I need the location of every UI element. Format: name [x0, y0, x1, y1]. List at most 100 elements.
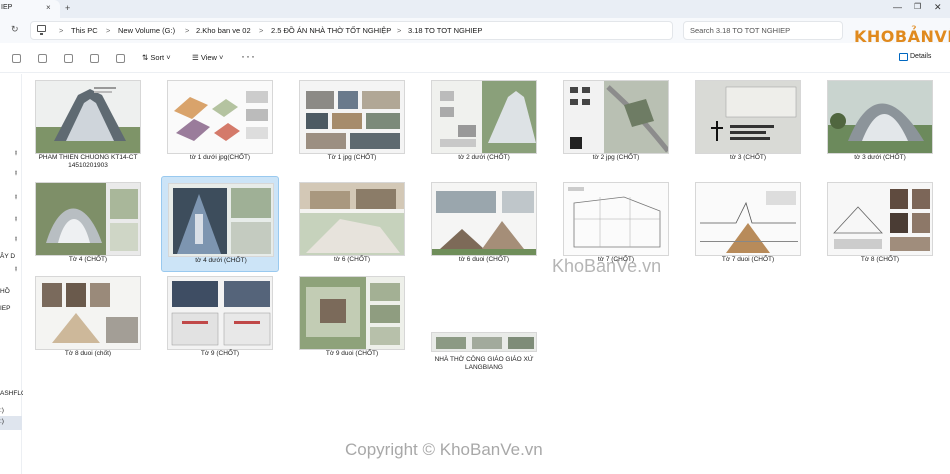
file-thumbnail — [35, 80, 141, 154]
file-thumbnail — [695, 182, 801, 256]
pin-icon: ✎ — [11, 235, 20, 244]
details-button[interactable]: Details — [910, 53, 931, 60]
tab-current-folder[interactable]: IEP × — [0, 0, 60, 18]
tab-label: IEP — [1, 4, 13, 11]
sidebar-item[interactable]: HỒ — [0, 288, 10, 295]
file-item[interactable]: tờ 3 dưới (CHỐT) — [821, 74, 939, 170]
file-thumbnail — [827, 80, 933, 154]
file-name: Tờ 1 jpg (CHỐT) — [327, 154, 377, 161]
file-thumbnail — [299, 276, 405, 350]
file-name: tờ 3 dưới (CHỐT) — [854, 154, 906, 161]
file-item[interactable]: tờ 6 duoi (CHỐT) — [425, 176, 543, 272]
file-thumbnail — [35, 276, 141, 350]
breadcrumb-separator: > — [259, 26, 264, 35]
file-item-selected[interactable]: tờ 4 dưới (CHỐT) — [161, 176, 279, 272]
file-item[interactable]: tờ 1 dưới jpg(CHỐT) — [161, 74, 279, 170]
file-name: PHAM THIEN CHUONG KT14-CT 14510201903 — [38, 154, 138, 169]
pin-icon: ✎ — [11, 169, 20, 178]
file-grid: PHAM THIEN CHUONG KT14-CT 14510201903 tờ… — [23, 74, 950, 474]
file-thumbnail — [431, 332, 537, 352]
file-name: tờ 6 duoi (CHỐT) — [458, 256, 510, 263]
pin-icon: ✎ — [11, 149, 20, 158]
file-item[interactable]: Tờ 9 duoi (CHỐT) — [293, 270, 411, 366]
title-bar: IEP × + — ❐ ✕ — [0, 0, 950, 18]
pin-icon: ✎ — [11, 265, 20, 274]
file-item[interactable]: Tờ 1 jpg (CHỐT) — [293, 74, 411, 170]
file-thumbnail — [827, 182, 933, 256]
address-row: ↻ > This PC > New Volume (G:) > 2.Kho ba… — [0, 18, 950, 43]
more-options-button[interactable]: ··· — [241, 49, 256, 63]
sidebar-item[interactable]: ASHFLC — [0, 390, 26, 397]
file-thumbnail — [299, 80, 405, 154]
navigation-pane: ✎ ✎ ✎ ✎ ✎ ÂY D ✎ HỒ IEP ASHFLC :) :) — [0, 74, 26, 474]
file-item[interactable]: Tờ 8 duoi (chốt) — [29, 270, 147, 366]
file-thumbnail — [167, 276, 273, 350]
breadcrumb-kho-ban-ve[interactable]: 2.Kho ban ve 02 — [196, 26, 251, 35]
file-name: Tờ 7 duoi (CHỐT) — [721, 256, 775, 263]
copyright-watermark: Copyright © KhoBanVe.vn — [345, 440, 543, 459]
cut-icon[interactable] — [12, 54, 21, 63]
breadcrumb-separator: > — [185, 26, 190, 35]
search-input[interactable]: Search 3.18 TO TOT NGHIEP — [683, 21, 843, 40]
breadcrumb-this-pc[interactable]: This PC — [71, 26, 98, 35]
file-thumbnail — [563, 182, 669, 256]
file-item[interactable]: NHÀ THỜ CÔNG GIÁO GIÁO XỨ LANGBIANG — [425, 270, 543, 371]
file-thumbnail — [35, 182, 141, 256]
sidebar-item[interactable]: :) — [0, 407, 4, 414]
file-thumbnail — [167, 80, 273, 154]
maximize-button[interactable]: ❐ — [914, 2, 921, 11]
file-item[interactable]: Tờ 8 (CHỐT) — [821, 176, 939, 272]
file-item[interactable]: Tờ 4 (CHỐT) — [29, 176, 147, 272]
copy-icon[interactable] — [38, 54, 47, 63]
sidebar-item-label: :) — [0, 418, 4, 425]
breadcrumb-current[interactable]: 3.18 TO TOT NGHIEP — [408, 26, 482, 35]
minimize-button[interactable]: — — [893, 2, 902, 12]
breadcrumb-new-volume[interactable]: New Volume (G:) — [118, 26, 175, 35]
file-name: tờ 4 dưới (CHỐT) — [195, 257, 247, 264]
delete-icon[interactable] — [116, 54, 125, 63]
file-thumbnail — [299, 182, 405, 256]
file-item[interactable]: tờ 2 jpg (CHỐT) — [557, 74, 675, 170]
file-name: Tờ 8 (CHỐT) — [860, 256, 900, 263]
file-name: tờ 6 (CHỐT) — [333, 256, 371, 263]
details-pane-icon[interactable] — [899, 53, 908, 61]
file-thumbnail — [431, 80, 537, 154]
file-item[interactable]: Tờ 9 (CHỐT) — [161, 270, 279, 366]
file-thumbnail — [695, 80, 801, 154]
breadcrumb-separator: > — [106, 26, 111, 35]
file-item[interactable]: tờ 6 (CHỐT) — [293, 176, 411, 272]
refresh-icon[interactable]: ↻ — [11, 24, 19, 35]
file-item[interactable]: Tờ 7 duoi (CHỐT) — [689, 176, 807, 272]
rename-icon[interactable] — [90, 54, 99, 63]
computer-icon — [37, 25, 46, 35]
paste-icon[interactable] — [64, 54, 73, 63]
file-thumbnail — [563, 80, 669, 154]
file-item[interactable]: tờ 3 (CHỐT) — [689, 74, 807, 170]
file-name: Tờ 4 (CHỐT) — [68, 256, 108, 263]
file-name: NHÀ THỜ CÔNG GIÁO GIÁO XỨ LANGBIANG — [434, 356, 534, 371]
watermark-text: KhoBanVe.vn — [552, 256, 662, 276]
sidebar-item[interactable]: IEP — [0, 305, 10, 312]
close-tab-icon[interactable]: × — [46, 3, 51, 12]
breadcrumb-separator: > — [397, 26, 402, 35]
sort-label: Sort — [150, 53, 165, 62]
breadcrumb-do-an[interactable]: 2.5 ĐỒ ÁN NHÀ THỜ TỐT NGHIỆP — [271, 26, 391, 35]
new-tab-button[interactable]: + — [65, 3, 70, 13]
sidebar-item[interactable]: ÂY D — [0, 253, 15, 260]
command-bar: ⇅ Sort ˅ ☰ View ˅ ··· Details — [0, 43, 950, 73]
file-name: Tờ 8 duoi (chốt) — [64, 350, 112, 357]
file-name: tờ 1 dưới jpg(CHỐT) — [189, 154, 251, 161]
sidebar-item-selected[interactable]: :) — [0, 416, 22, 430]
sort-button[interactable]: ⇅ Sort ˅ — [142, 53, 171, 62]
search-placeholder: Search 3.18 TO TOT NGHIEP — [690, 26, 791, 35]
file-thumbnail — [431, 182, 537, 256]
pin-icon: ✎ — [11, 215, 20, 224]
close-window-button[interactable]: ✕ — [934, 2, 942, 13]
file-name: tờ 2 jpg (CHỐT) — [592, 154, 640, 161]
address-bar[interactable]: > This PC > New Volume (G:) > 2.Kho ban … — [30, 21, 673, 40]
breadcrumb-separator: > — [59, 26, 64, 35]
file-name: tờ 2 dưới (CHỐT) — [458, 154, 510, 161]
file-item[interactable]: PHAM THIEN CHUONG KT14-CT 14510201903 — [29, 74, 147, 170]
file-item[interactable]: tờ 2 dưới (CHỐT) — [425, 74, 543, 170]
view-button[interactable]: ☰ View ˅ — [192, 53, 223, 62]
